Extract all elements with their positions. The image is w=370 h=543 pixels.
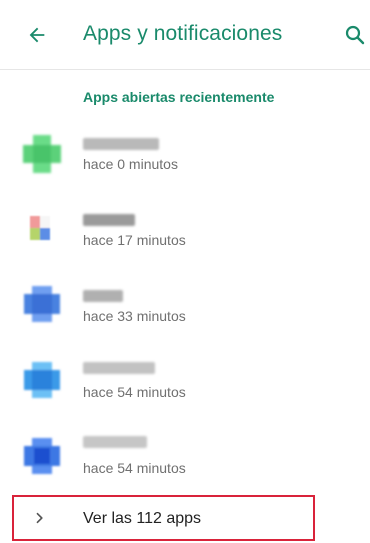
search-icon — [345, 25, 365, 45]
app-icon — [23, 135, 61, 173]
app-icon — [24, 438, 60, 474]
view-all-apps-label: Ver las 112 apps — [83, 510, 202, 527]
list-item-recent-app-1[interactable]: hace 0 minutos — [0, 118, 370, 188]
search-button[interactable] — [340, 20, 370, 50]
app-last-used: hace 0 minutos — [83, 156, 178, 172]
app-last-used: hace 33 minutos — [83, 308, 186, 324]
list-item-recent-app-5[interactable]: hace 54 minutos — [0, 422, 370, 492]
app-last-used: hace 54 minutos — [83, 384, 186, 400]
chevron-right-icon — [36, 512, 43, 524]
section-header-recent-apps: Apps abiertas recientemente — [83, 89, 275, 105]
app-name-blurred — [83, 214, 135, 226]
app-last-used: hace 54 minutos — [83, 460, 186, 476]
app-bar: Apps y notificaciones — [0, 0, 370, 70]
list-item-recent-app-3[interactable]: hace 33 minutos — [0, 270, 370, 340]
app-name-blurred — [83, 362, 155, 374]
app-name-blurred — [83, 290, 123, 302]
back-button[interactable] — [22, 20, 52, 50]
list-item-recent-app-4[interactable]: hace 54 minutos — [0, 346, 370, 416]
app-name-blurred — [83, 436, 147, 448]
list-item-recent-app-2[interactable]: hace 17 minutos — [0, 194, 370, 264]
page-title: Apps y notificaciones — [83, 22, 283, 45]
app-icon — [24, 362, 60, 398]
screen: Apps y notificaciones Apps abiertas reci… — [0, 0, 370, 543]
app-last-used: hace 17 minutos — [83, 232, 186, 248]
arrow-left-icon — [29, 27, 45, 43]
app-name-blurred — [83, 138, 159, 150]
app-icon — [30, 216, 50, 240]
app-icon — [24, 286, 60, 322]
view-all-apps-button[interactable]: Ver las 112 apps — [12, 495, 315, 541]
